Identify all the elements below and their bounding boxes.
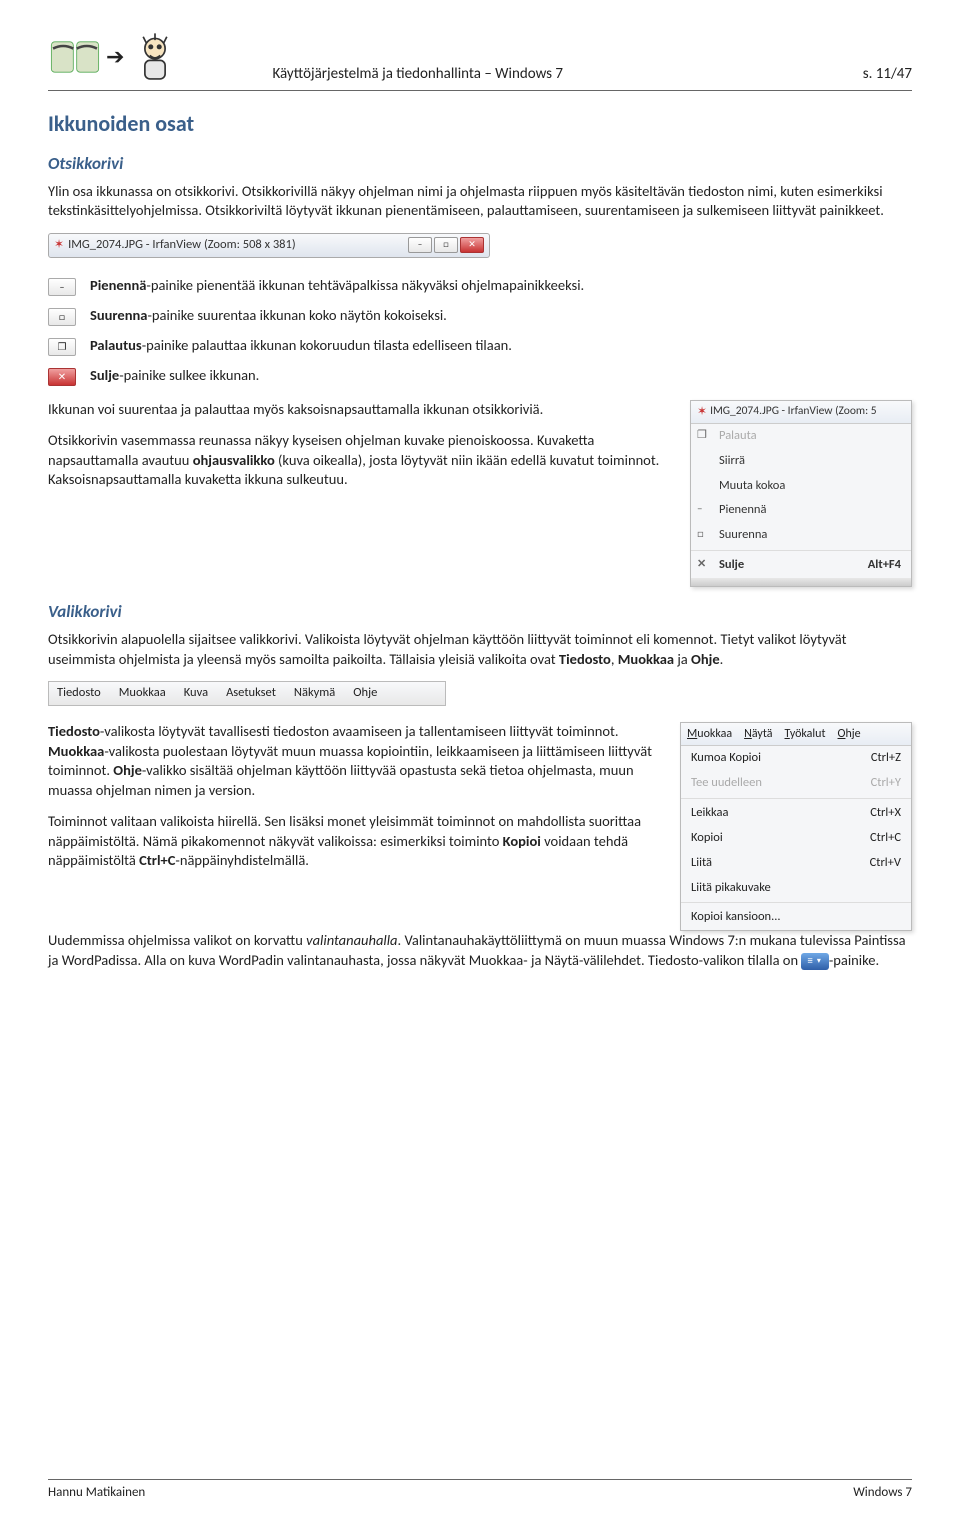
dropdown-icon: ▾ [817,956,821,967]
button-explain-row: ❐ Palautus-painike palauttaa ikkunan koko… [48,336,912,356]
book-icon [48,30,102,84]
menu-separator [681,902,911,903]
window-button-icon: ✕ [48,368,76,386]
heading-otsikkorivi: Otsikkorivi [48,153,912,176]
edit-menu-tab[interactable]: Ohje [838,726,861,742]
para-otsikkorivi-intro: Ylin osa ikkunassa on otsikkorivi. Otsik… [48,182,912,221]
para-valikkorivi-intro: Otsikkorivin alapuolella sijaitsee valik… [48,630,912,669]
heading-valikkorivi: Valikkorivi [48,601,912,624]
app-icon: ✶ [54,237,64,253]
ctx-item-icon: □ [697,527,711,542]
button-explain-row: –Pienennä-painike pienentää ikkunan teht… [48,276,912,296]
edit-menu-item[interactable]: KopioiCtrl+C [681,826,911,851]
close-icon: ✕ [697,557,711,572]
edit-menu-item[interactable]: Kopioi kansioon... [681,905,911,930]
footer-product: Windows 7 [853,1484,912,1502]
app-icon-small: ✶ [697,404,707,420]
edit-menu-item[interactable]: LiitäCtrl+V [681,851,911,876]
minimize-button[interactable]: – [408,237,432,253]
button-explain-text: Sulje-painike sulkee ikkunan. [90,366,912,386]
edit-menu-tab[interactable]: Näytä [744,726,772,742]
para-valintanauha: Uudemmissa ohjelmissa valikot on korvatt… [48,931,912,970]
ctx-item[interactable]: –Pienennä [691,498,911,523]
page-header: ➔ Käyttöjärjestelmä ja tiedonhallinta – … [48,30,912,91]
control-menu-example: ✶ IMG_2074.JPG - IrfanView (Zoom: 5 ❐Pal… [690,400,912,587]
edit-menu-item[interactable]: LeikkaaCtrl+X [681,801,911,826]
edit-menu-example: Muokkaa Näytä Työkalut Ohje Kumoa KopioiCtr… [680,722,912,931]
heading-ikkunoiden-osat: Ikkunoiden osat [48,109,912,139]
ctx-item[interactable]: ❐Palauta [691,424,911,449]
button-explain-row: □ Suurenna-painike suurentaa ikkunan koko… [48,306,912,326]
window-button-list: –Pienennä-painike pienentää ikkunan teht… [48,276,912,386]
ctx-title: IMG_2074.JPG - IrfanView (Zoom: 5 [710,404,877,420]
header-icons: ➔ [48,30,182,84]
ribbon-tab-button[interactable]: ≡ ▾ [801,953,829,970]
menu-separator [681,798,911,799]
window-button-icon: ❐ [48,338,76,356]
edit-menu-tab[interactable]: Työkalut [785,726,826,742]
menubar-example: Tiedosto Muokkaa Kuva Asetukset Näkymä Ohje [48,681,446,706]
ctx-item[interactable]: Siirrä [691,449,911,474]
ctx-item-icon: ❐ [697,428,711,443]
button-explain-text: Pienennä-painike pienentää ikkunan tehtä… [90,276,912,296]
menubar-item[interactable]: Muokkaa [119,685,166,702]
edit-menu-item[interactable]: Tee uudelleenCtrl+Y [681,771,911,796]
header-title: Käyttöjärjestelmä ja tiedonhallinta – Wi… [202,64,862,84]
page-footer: Hannu Matikainen Windows 7 [48,1479,912,1502]
close-button[interactable]: ✕ [460,237,484,253]
button-explain-text: Palautus-painike palauttaa ikkunan kokor… [90,336,912,356]
menubar-item[interactable]: Ohje [353,685,377,702]
footer-author: Hannu Matikainen [48,1484,145,1502]
menubar-item[interactable]: Tiedosto [57,685,101,702]
person-icon [128,30,182,84]
window-button-icon: – [48,278,76,296]
maximize-button[interactable]: □ [434,237,458,253]
page-indicator: s. 11/47 [863,64,912,84]
menubar-item[interactable]: Asetukset [226,685,276,702]
button-explain-row: ✕ Sulje-painike sulkee ikkunan. [48,366,912,386]
ctx-item-sulje[interactable]: ✕ Sulje Alt+F4 [691,553,911,578]
titlebar-text: IMG_2074.JPG - IrfanView (Zoom: 508 x 38… [68,237,296,254]
titlebar-example: ✶ IMG_2074.JPG - IrfanView (Zoom: 508 x … [48,233,490,258]
menubar-item[interactable]: Näkymä [294,685,335,702]
arrow-icon: ➔ [106,42,124,72]
edit-menu-tab[interactable]: Muokkaa [687,726,732,742]
window-button-icon: □ [48,308,76,326]
ctx-item-icon: – [697,502,711,517]
edit-menu-item[interactable]: Liitä pikakuvake [681,876,911,901]
menubar-item[interactable]: Kuva [184,685,208,702]
edit-menu-item[interactable]: Kumoa KopioiCtrl+Z [681,746,911,771]
menu-icon: ≡ [807,954,812,969]
ctx-item[interactable]: □Suurenna [691,523,911,548]
ctx-item[interactable]: Muuta kokoa [691,474,911,499]
button-explain-text: Suurenna-painike suurentaa ikkunan koko … [90,306,912,326]
